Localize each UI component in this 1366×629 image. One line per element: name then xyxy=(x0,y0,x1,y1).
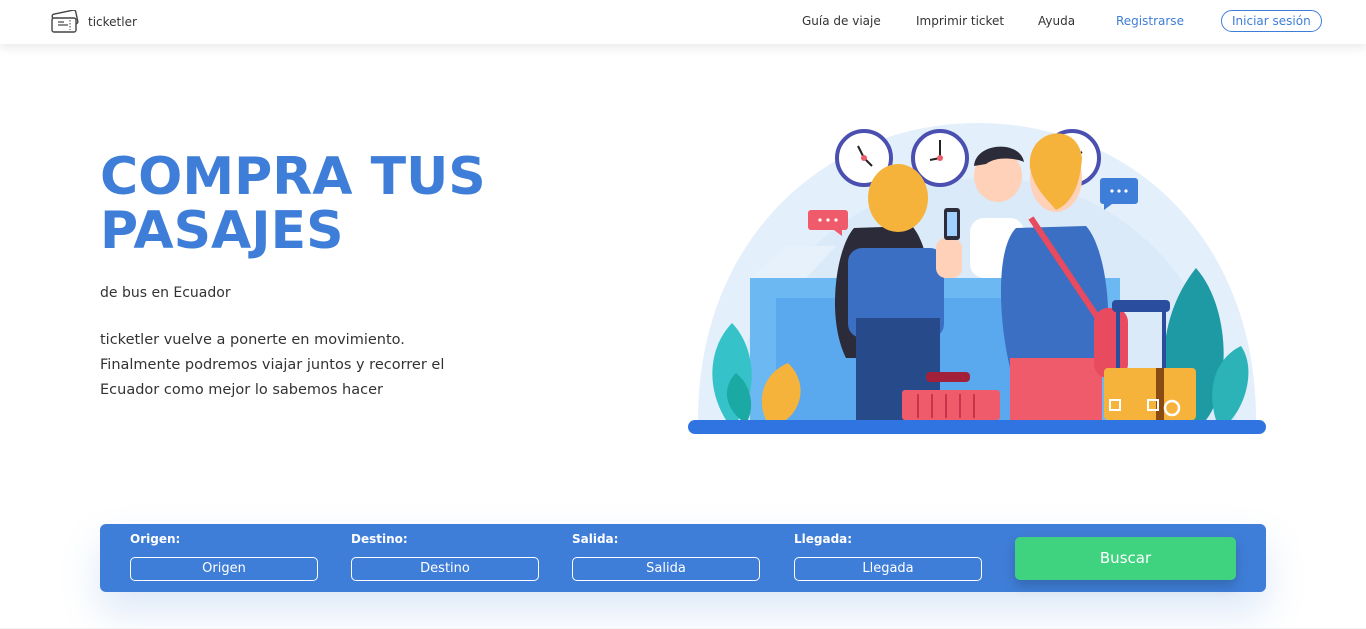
register-link[interactable]: Registrarse xyxy=(1116,14,1184,28)
hero-title: COMPRA TUS PASAJES xyxy=(100,150,550,258)
login-button[interactable]: Iniciar sesión xyxy=(1221,10,1322,32)
nav-guia-de-viaje[interactable]: Guía de viaje xyxy=(802,14,881,28)
search-button[interactable]: Buscar xyxy=(1015,537,1236,580)
departure-input[interactable]: Salida xyxy=(572,557,760,581)
hero-description: ticketler vuelve a ponerte en movimiento… xyxy=(100,332,445,398)
departure-label: Salida: xyxy=(572,532,619,546)
nav-imprimir-ticket[interactable]: Imprimir ticket xyxy=(916,14,1004,28)
main-nav: Guía de viaje Imprimir ticket Ayuda Regi… xyxy=(0,0,1366,44)
arrival-field-group: Llegada: Llegada xyxy=(794,532,982,581)
origin-field-group: Origen: Origen xyxy=(130,532,318,581)
nav-ayuda[interactable]: Ayuda xyxy=(1038,14,1075,28)
hero-title-line-1: COMPRA TUS xyxy=(100,147,486,207)
top-navbar: ticketler Guía de viaje Imprimir ticket … xyxy=(0,0,1366,44)
travelers-illustration xyxy=(688,123,1266,434)
destination-input[interactable]: Destino xyxy=(351,557,539,581)
trip-search-form: Origen: Origen Destino: Destino Salida: … xyxy=(100,524,1266,592)
origin-label: Origen: xyxy=(130,532,181,546)
destination-label: Destino: xyxy=(351,532,408,546)
hero-subtitle: de bus en Ecuador xyxy=(100,285,231,301)
departure-field-group: Salida: Salida xyxy=(572,532,760,581)
arrival-label: Llegada: xyxy=(794,532,853,546)
destination-field-group: Destino: Destino xyxy=(351,532,539,581)
origin-input[interactable]: Origen xyxy=(130,557,318,581)
arrival-input[interactable]: Llegada xyxy=(794,557,982,581)
hero-title-line-2: PASAJES xyxy=(100,201,344,261)
